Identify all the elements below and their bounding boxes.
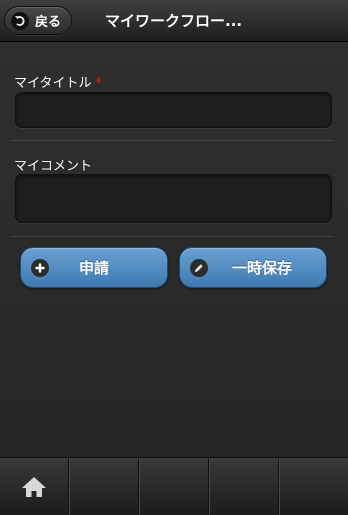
- tab-5[interactable]: [279, 458, 348, 515]
- comment-field-label: マイコメント: [14, 159, 93, 174]
- title-input[interactable]: [15, 92, 332, 128]
- back-button[interactable]: 戻る: [4, 6, 72, 35]
- title-label-text: マイタイトル: [14, 76, 92, 91]
- home-icon: [22, 476, 46, 497]
- divider: [10, 236, 333, 237]
- header-bar: 戻る マイワークフロー...: [0, 0, 348, 42]
- comment-textarea[interactable]: [15, 174, 332, 223]
- divider: [10, 140, 333, 141]
- save-draft-button[interactable]: 一時保存: [179, 247, 327, 288]
- required-mark: *: [95, 76, 102, 91]
- tab-4[interactable]: [209, 458, 279, 515]
- back-button-label: 戻る: [35, 15, 62, 30]
- back-arrow-icon: [11, 11, 29, 30]
- tab-home[interactable]: [0, 458, 69, 515]
- footer-navbar: [0, 457, 348, 515]
- tab-2[interactable]: [69, 458, 139, 515]
- page-title: マイワークフロー...: [105, 12, 243, 30]
- plus-icon: [31, 259, 49, 277]
- pencil-icon: [190, 259, 208, 277]
- tab-3[interactable]: [139, 458, 209, 515]
- apply-button[interactable]: 申請: [20, 247, 168, 288]
- title-field-label: マイタイトル *: [14, 72, 102, 91]
